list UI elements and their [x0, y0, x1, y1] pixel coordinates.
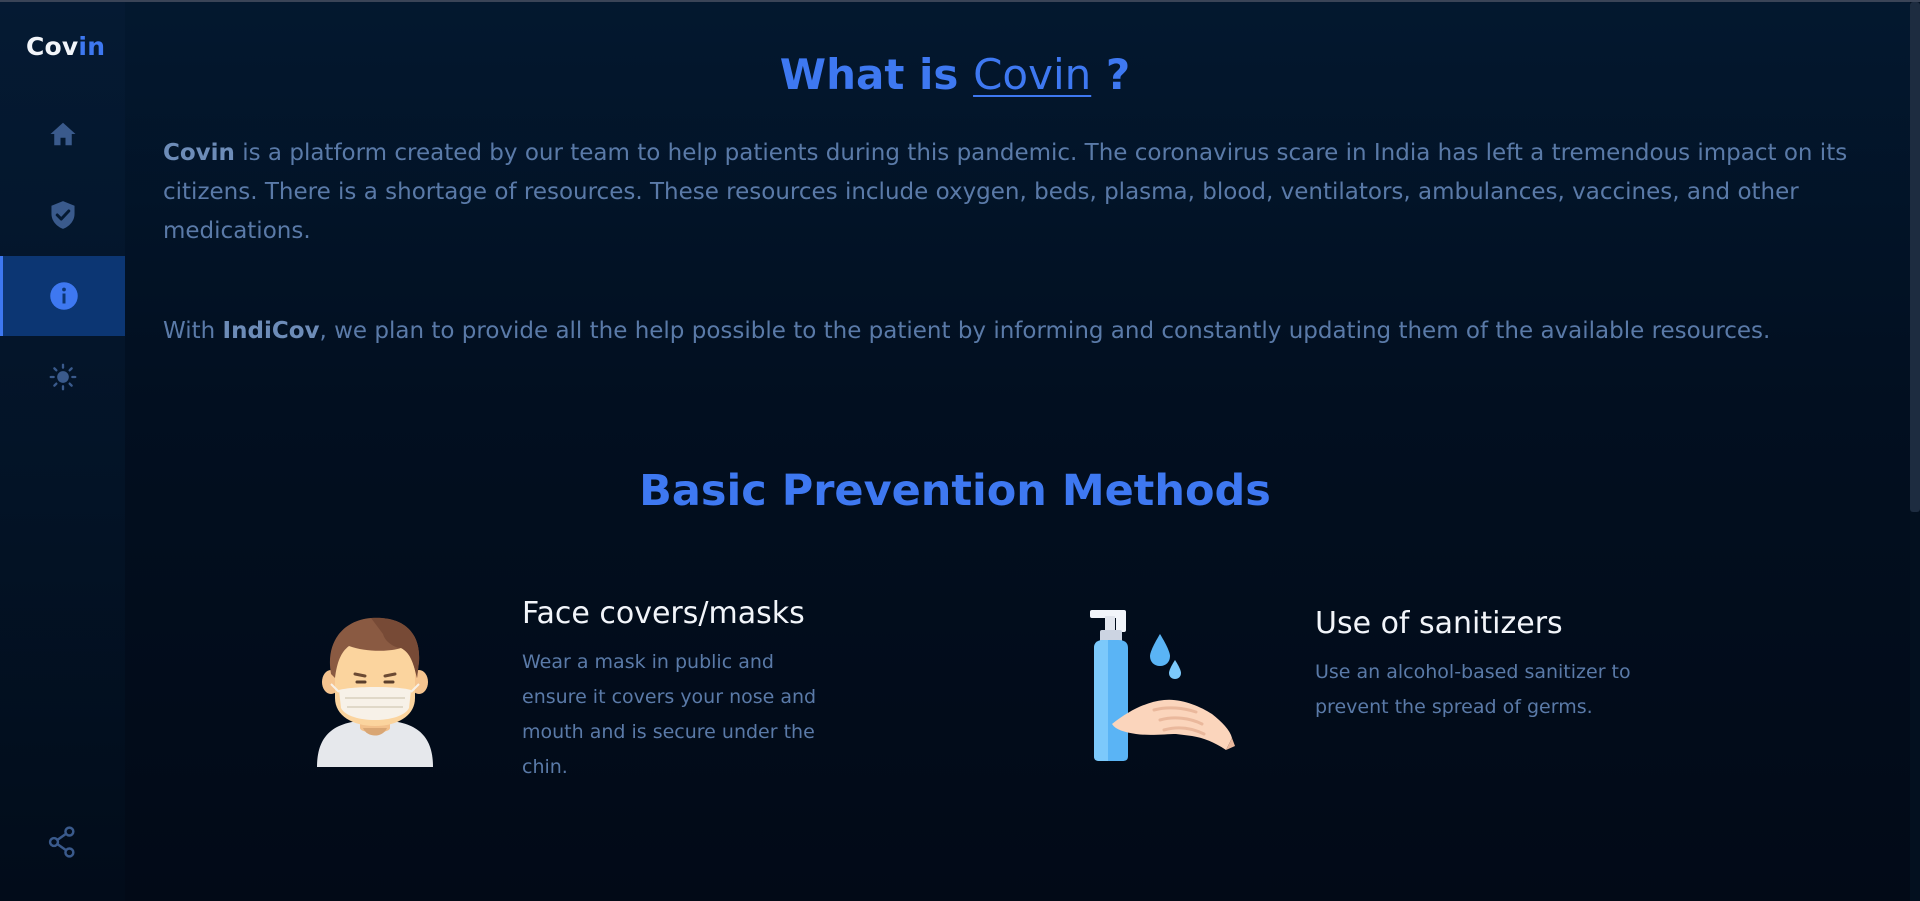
sidebar-item-theme[interactable]	[0, 338, 125, 416]
home-icon	[48, 119, 78, 149]
sidebar-item-protection[interactable]	[0, 176, 125, 254]
scrollbar-thumb[interactable]	[1910, 2, 1920, 512]
sun-icon	[49, 363, 77, 391]
about-title: What is Covin ?	[779, 50, 1131, 99]
sanitizer-icon	[1080, 606, 1235, 765]
shield-check-icon	[49, 200, 77, 230]
sidebar-item-home[interactable]	[0, 95, 125, 173]
prevention-title: Basic Prevention Methods	[639, 466, 1271, 516]
card-text-masks: Wear a mask in public and ensure it cove…	[522, 651, 817, 778]
main-content: What is Covin ? Covin is a platform crea…	[125, 0, 1910, 901]
card-text-sanitizers: Use an alcohol-based sanitizer to preven…	[1315, 661, 1631, 718]
info-icon	[49, 281, 79, 311]
card-title-sanitizers: Use of sanitizers	[1315, 606, 1563, 641]
logo[interactable]: Covin	[26, 32, 105, 61]
sidebar: Covin	[0, 2, 125, 901]
face-mask-icon	[305, 612, 445, 771]
share-button[interactable]	[44, 826, 80, 862]
sidebar-item-about[interactable]	[0, 256, 125, 336]
about-paragraph-2: With IndiCov, we plan to provide all the…	[163, 318, 1771, 344]
covin-link[interactable]: Covin	[973, 50, 1091, 99]
about-paragraph-1: Covin is a platform created by our team …	[163, 140, 1848, 244]
share-icon	[47, 826, 77, 862]
card-title-masks: Face covers/masks	[522, 596, 805, 631]
